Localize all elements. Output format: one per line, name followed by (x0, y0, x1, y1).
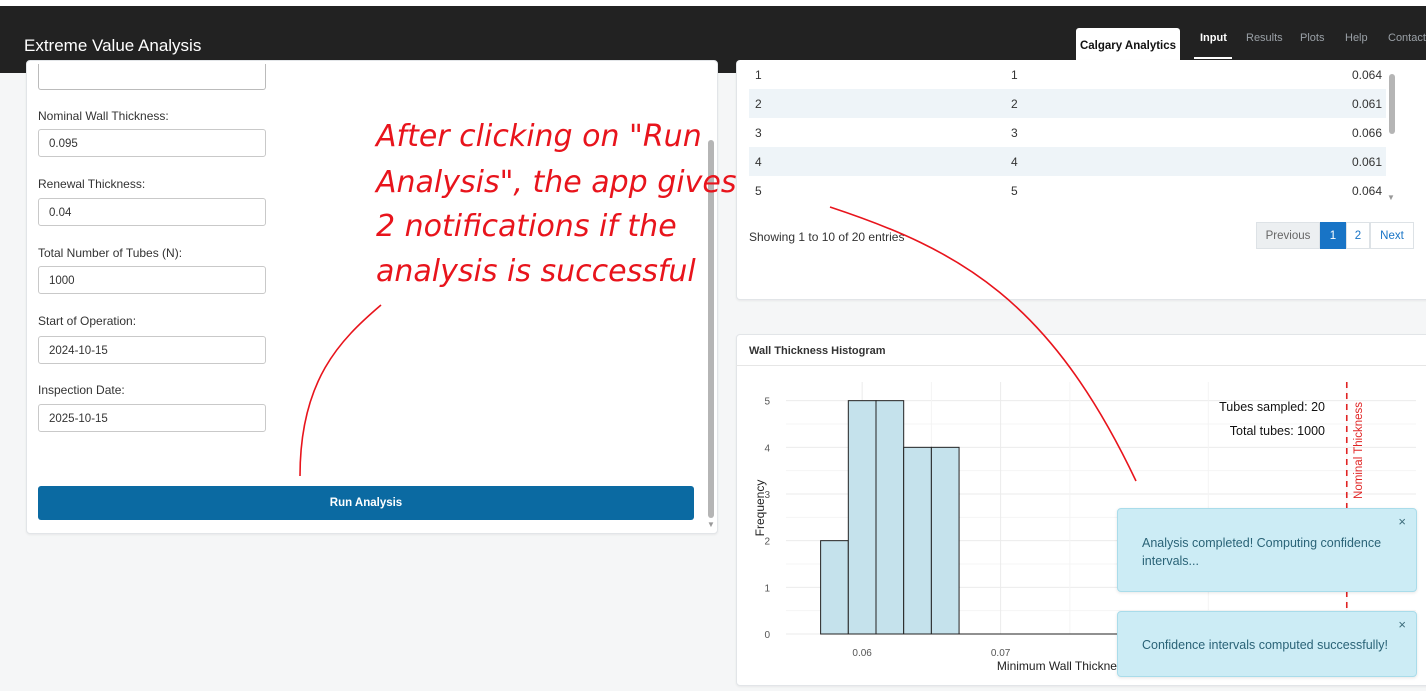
y-tick-label: 0 (764, 630, 770, 641)
tab-help[interactable]: Help (1345, 32, 1368, 44)
cell-index: 2 (755, 97, 762, 111)
renewal-thickness-input[interactable]: 0.04 (38, 198, 266, 226)
tab-results[interactable]: Results (1246, 32, 1283, 44)
notification-message: Analysis completed! Computing confidence… (1142, 536, 1382, 568)
total-tubes-annotation: Total tubes: 1000 (1230, 424, 1325, 438)
nominal-thickness-input[interactable]: 0.095 (38, 129, 266, 157)
scroll-down-arrow-icon[interactable]: ▼ (707, 520, 715, 529)
cell-thickness: 0.066 (1351, 126, 1382, 140)
cell-tube: 1 (1011, 68, 1018, 82)
y-tick-label: 5 (764, 397, 770, 408)
table-row: 2 2 0.061 (749, 89, 1386, 118)
histogram-bar (820, 540, 849, 635)
page-1-button[interactable]: 1 (1320, 222, 1346, 249)
company-badge: Calgary Analytics (1076, 28, 1180, 64)
table-row: 4 4 0.061 (749, 147, 1386, 176)
y-tick-label: 1 (764, 583, 770, 594)
active-tab-indicator (1194, 57, 1232, 59)
form-scrollbar-thumb[interactable] (708, 140, 714, 518)
app-title: Extreme Value Analysis (24, 36, 202, 55)
total-tubes-label: Total Number of Tubes (N): (38, 246, 183, 260)
x-axis-label: Minimum Wall Thickness (997, 659, 1129, 673)
page-2-button[interactable]: 2 (1346, 222, 1370, 249)
cell-thickness: 0.064 (1351, 184, 1382, 198)
notification-analysis-completed: Analysis completed! Computing confidence… (1117, 508, 1417, 592)
tab-input[interactable]: Input (1200, 32, 1227, 44)
run-analysis-button[interactable]: Run Analysis (38, 486, 694, 520)
notes-textarea[interactable] (38, 64, 266, 90)
table-row: 1 1 0.064 (749, 60, 1386, 89)
cell-thickness: 0.061 (1351, 97, 1382, 111)
cell-index: 1 (755, 68, 762, 82)
table-scrollbar-thumb[interactable] (1389, 74, 1395, 134)
cell-thickness: 0.061 (1351, 155, 1382, 169)
nominal-thickness-label: Nominal Wall Thickness: (38, 109, 169, 123)
cell-tube: 5 (1011, 184, 1018, 198)
y-tick-label: 4 (764, 443, 770, 454)
tab-contact[interactable]: Contact (1388, 32, 1426, 44)
histogram-title: Wall Thickness Histogram (749, 345, 886, 357)
y-tick-label: 2 (764, 537, 770, 548)
nominal-thickness-label: Nominal Thickness (1353, 402, 1365, 499)
histogram-bar (875, 400, 905, 635)
renewal-thickness-label: Renewal Thickness: (38, 177, 146, 191)
x-tick-label: 0.07 (991, 648, 1011, 659)
tubes-sampled-annotation: Tubes sampled: 20 (1219, 400, 1325, 414)
cell-tube: 3 (1011, 126, 1018, 140)
inspection-date-label: Inspection Date: (38, 383, 125, 397)
start-operation-label: Start of Operation: (38, 314, 137, 328)
table-info: Showing 1 to 10 of 20 entries (749, 230, 905, 244)
notification-confidence-intervals: Confidence intervals computed successful… (1117, 611, 1417, 677)
inspection-date-input[interactable]: 2025-10-15 (38, 404, 266, 432)
cell-index: 3 (755, 126, 762, 140)
cell-index: 5 (755, 184, 762, 198)
table-scroll-down-icon[interactable]: ▼ (1387, 193, 1395, 202)
histogram-bar (903, 446, 932, 635)
previous-page-button[interactable]: Previous (1256, 222, 1320, 249)
cell-thickness: 0.064 (1351, 68, 1382, 82)
close-icon[interactable]: × (1398, 513, 1406, 531)
y-axis-label: Frequency (753, 480, 767, 537)
table-row: 5 5 0.064 (749, 176, 1386, 205)
cell-tube: 4 (1011, 155, 1018, 169)
cell-tube: 2 (1011, 97, 1018, 111)
close-icon[interactable]: × (1398, 616, 1406, 634)
x-tick-label: 0.06 (852, 648, 872, 659)
tab-plots[interactable]: Plots (1300, 32, 1324, 44)
total-tubes-input[interactable]: 1000 (38, 266, 266, 294)
cell-index: 4 (755, 155, 762, 169)
start-operation-input[interactable]: 2024-10-15 (38, 336, 266, 364)
next-page-button[interactable]: Next (1370, 222, 1414, 249)
table-row: 3 3 0.066 (749, 118, 1386, 147)
histogram-bar (847, 400, 877, 635)
histogram-bar (930, 446, 960, 635)
notification-message: Confidence intervals computed successful… (1142, 638, 1388, 652)
